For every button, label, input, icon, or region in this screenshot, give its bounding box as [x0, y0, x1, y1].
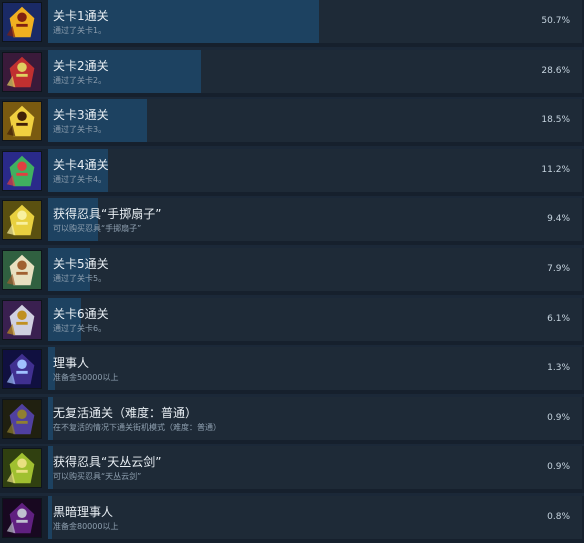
achievement-description: 通过了关卡4。 — [53, 175, 107, 184]
achievement-row[interactable]: 关卡5通关通过了关卡5。 7.9% — [0, 248, 584, 295]
boss-armored-icon — [2, 300, 42, 340]
achievement-description: 准备金80000以上 — [53, 522, 119, 531]
achievement-title: 关卡4通关 — [53, 158, 109, 172]
dark-ninja-icon — [2, 498, 42, 538]
achievement-description: 准备金50000以上 — [53, 373, 119, 382]
achievement-title: 关卡1通关 — [53, 9, 109, 23]
achievement-progress-panel: 黒暗理事人准备金80000以上 0.8% — [48, 496, 582, 539]
unlock-percentage: 0.9% — [547, 413, 570, 423]
boss-ogre-icon — [2, 151, 42, 191]
achievement-progress-panel: 无复活通关（难度：普通） 在不复活的情况下通关街机模式（难度：普通） 0.9% — [48, 397, 582, 440]
achievement-title: 关卡2通关 — [53, 59, 109, 73]
achievement-description: 可以购买忍具“天丛云剑” — [53, 472, 142, 481]
achievement-title: 获得忍具“天丛云剑” — [53, 455, 162, 469]
unlock-percentage: 9.4% — [547, 214, 570, 224]
achievement-title: 无复活通关（难度：普通） — [53, 406, 198, 420]
unlock-percentage: 50.7% — [541, 16, 570, 26]
achievement-description: 通过了关卡2。 — [53, 76, 107, 85]
achievement-description: 通过了关卡5。 — [53, 274, 107, 283]
achievement-row[interactable]: 获得忍具“手掷扇子” 可以购买忍具“手掷扇子” 9.4% — [0, 198, 584, 245]
achievement-description: 通过了关卡3。 — [53, 125, 107, 134]
achievement-description: 在不复活的情况下通关街机模式（难度：普通） — [53, 423, 221, 432]
achievement-row[interactable]: 关卡6通关通过了关卡6。 6.1% — [0, 298, 584, 345]
unlock-rate-bar — [48, 496, 53, 539]
achievement-row[interactable]: 黒暗理事人准备金80000以上 0.8% — [0, 496, 584, 543]
achievement-title: 关卡6通关 — [53, 307, 109, 321]
achievement-title: 理事人 — [53, 356, 90, 370]
unlock-percentage: 28.6% — [541, 66, 570, 76]
achievement-progress-panel: 关卡6通关通过了关卡6。 6.1% — [48, 298, 582, 341]
achievement-title: 获得忍具“手掷扇子” — [53, 207, 162, 221]
kneeling-ninja-icon — [2, 399, 42, 439]
achievement-progress-panel: 关卡1通关通过了关卡1。 50.7% — [48, 0, 582, 43]
achievement-progress-panel: 关卡2通关通过了关卡2。 28.6% — [48, 50, 582, 93]
unlock-percentage: 0.9% — [547, 462, 570, 472]
achievement-row[interactable]: 无复活通关（难度：普通） 在不复活的情况下通关街机模式（难度：普通） 0.9% — [0, 397, 584, 444]
ninja-icon — [2, 349, 42, 389]
achievement-progress-panel: 获得忍具“天丛云剑” 可以购买忍具“天丛云剑” 0.9% — [48, 446, 582, 489]
boss-dragon-icon — [2, 2, 42, 42]
achievement-description: 通过了关卡1。 — [53, 26, 107, 35]
unlock-percentage: 0.8% — [547, 512, 570, 522]
achievement-row[interactable]: 理事人准备金50000以上 1.3% — [0, 347, 584, 394]
unlock-percentage: 1.3% — [547, 363, 570, 373]
achievement-title: 关卡3通关 — [53, 108, 109, 122]
achievement-progress-panel: 理事人准备金50000以上 1.3% — [48, 347, 582, 390]
achievement-row[interactable]: 获得忍具“天丛云剑” 可以购买忍具“天丛云剑” 0.9% — [0, 446, 584, 493]
achievement-progress-panel: 获得忍具“手掷扇子” 可以购买忍具“手掷扇子” 9.4% — [48, 198, 582, 241]
achievement-description: 可以购买忍具“手掷扇子” — [53, 224, 142, 233]
folding-fan-icon — [2, 200, 42, 240]
boss-mech-icon — [2, 52, 42, 92]
achievement-progress-panel: 关卡5通关通过了关卡5。 7.9% — [48, 248, 582, 291]
achievement-row[interactable]: 关卡2通关通过了关卡2。 28.6% — [0, 50, 584, 97]
sword-icon — [2, 448, 42, 488]
achievement-progress-panel: 关卡3通关通过了关卡3。 18.5% — [48, 99, 582, 142]
achievement-row[interactable]: 关卡4通关通过了关卡4。 11.2% — [0, 149, 584, 196]
unlock-percentage: 11.2% — [541, 165, 570, 175]
achievement-title: 关卡5通关 — [53, 257, 109, 271]
achievement-row[interactable]: 关卡1通关通过了关卡1。 50.7% — [0, 0, 584, 47]
boss-soldier-icon — [2, 250, 42, 290]
boss-golden-knight-icon — [2, 101, 42, 141]
achievement-list: 关卡1通关 通过了关卡1。 50.7% 关卡2通关 通过了关卡2。 28.6% 关卡3通关通… — [0, 0, 584, 543]
unlock-percentage: 7.9% — [547, 264, 570, 274]
achievement-description: 通过了关卡6。 — [53, 324, 107, 333]
unlock-percentage: 18.5% — [541, 115, 570, 125]
achievement-progress-panel: 关卡4通关通过了关卡4。 11.2% — [48, 149, 582, 192]
unlock-percentage: 6.1% — [547, 314, 570, 324]
achievement-title: 黒暗理事人 — [53, 505, 114, 519]
achievement-row[interactable]: 关卡3通关通过了关卡3。 18.5% — [0, 99, 584, 146]
